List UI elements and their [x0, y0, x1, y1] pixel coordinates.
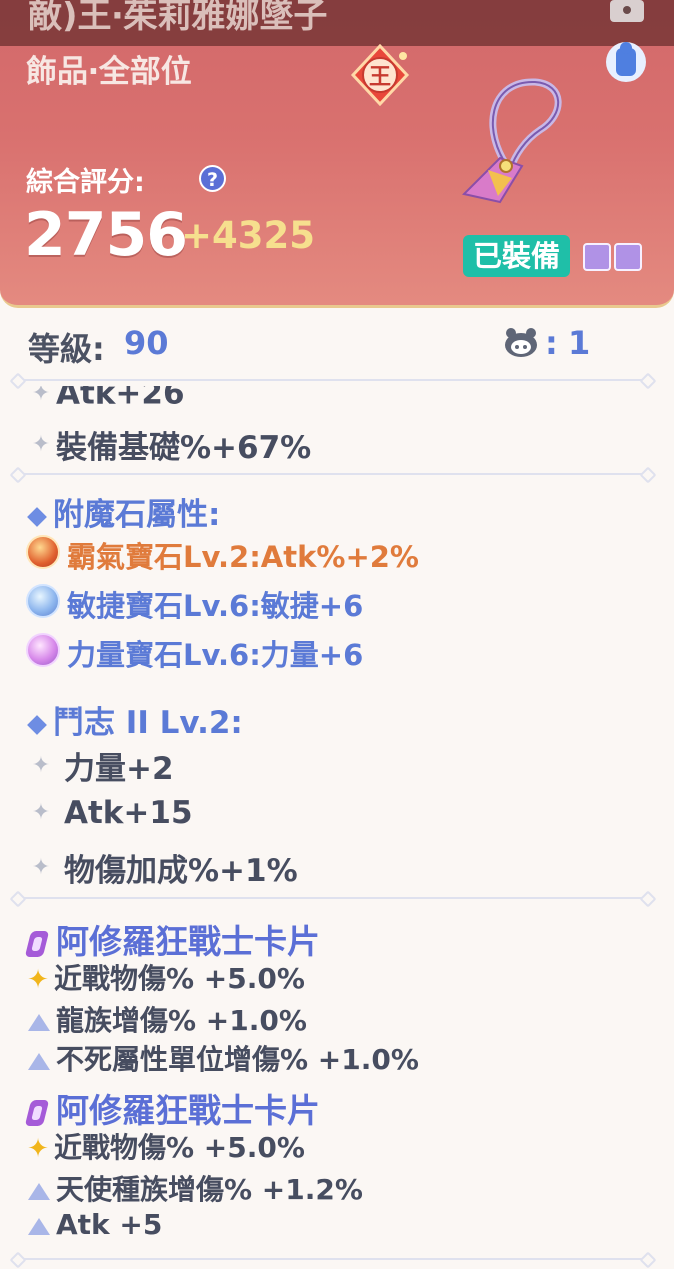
item-category: 飾品‧全部位 — [26, 54, 192, 90]
rank-badge-text: 王 — [369, 65, 391, 90]
card-title: 阿修羅狂戰士卡片 — [22, 1084, 320, 1132]
star-icon: ✦ — [27, 965, 49, 995]
card-slot-1 — [583, 243, 611, 271]
help-icon[interactable]: ? — [199, 165, 226, 192]
score-value: 2756 — [24, 200, 188, 270]
triangle-icon — [28, 1052, 50, 1070]
score-delta: +4325 — [181, 214, 315, 257]
card-stat-text: 近戰物傷% +5.0% — [54, 962, 305, 995]
divider — [18, 1258, 648, 1260]
triangle-icon — [28, 1182, 50, 1200]
pet-icon — [505, 328, 537, 357]
sparkle-icon: ✦ — [31, 432, 51, 457]
base-stat-row: ✦ Atk+26 — [26, 386, 185, 414]
pet-colon: : — [545, 324, 558, 362]
divider — [18, 379, 648, 381]
score-label: 綜合評分: — [26, 167, 145, 198]
lock-icon[interactable] — [610, 0, 644, 22]
diamond-icon — [27, 506, 47, 527]
card-icon — [24, 930, 50, 957]
sparkle-icon: ✦ — [31, 753, 51, 778]
enchant-gem-text: 霸氣寶石Lv.2:Atk%+2% — [67, 540, 419, 574]
card-stat-text: 龍族增傷% +1.0% — [56, 1004, 307, 1037]
triangle-icon — [28, 1013, 50, 1031]
item-header: 敵)王‧茱莉雅娜墜子 飾品‧全部位 王 綜合評分: ? 2756 +4325 已… — [0, 0, 674, 308]
divider — [18, 473, 648, 475]
card-title: 阿修羅狂戰士卡片 — [22, 915, 320, 963]
card-stat-row: ✦ 近戰物傷% +5.0% — [22, 1126, 305, 1166]
level-value: 90 — [124, 324, 169, 362]
card-stat-text: 天使種族增傷% +1.2% — [56, 1173, 363, 1206]
equipment-slot-icon[interactable] — [604, 38, 648, 86]
enchant-section-title: 附魔石屬性: — [24, 489, 220, 534]
skill-stat-row: ✦ 物傷加成%+1% — [26, 845, 298, 890]
card-stat-text: Atk +5 — [56, 1208, 163, 1241]
card-stat-row: Atk +5 — [22, 1208, 162, 1241]
card-slot-2 — [614, 243, 642, 271]
sparkle-icon: ✦ — [31, 386, 51, 406]
item-title: 敵)王‧茱莉雅娜墜子 — [28, 0, 328, 36]
card-stat-row: ✦ 近戰物傷% +5.0% — [22, 957, 305, 997]
card-stat-row: 天使種族增傷% +1.2% — [22, 1168, 363, 1208]
sparkle-icon: ✦ — [31, 855, 51, 880]
base-stat-text: Atk+26 — [56, 386, 185, 412]
star-icon: ✦ — [27, 1134, 49, 1164]
card-icon — [24, 1099, 50, 1126]
pet-count: 1 — [568, 324, 591, 362]
strength-gem-icon — [26, 633, 60, 667]
enchant-title: 附魔石屬性: — [53, 497, 221, 533]
skill-stat-text: Atk+15 — [64, 794, 193, 831]
skill-stat-text: 物傷加成%+1% — [64, 853, 298, 889]
divider — [18, 897, 648, 899]
equipped-badge: 已裝備 — [463, 235, 570, 277]
enchant-gem-text: 敏捷寶石Lv.6:敏捷+6 — [67, 589, 364, 623]
skill-section-title: 鬥志 II Lv.2: — [24, 697, 243, 742]
agility-gem-icon — [26, 584, 60, 618]
card-stat-text: 近戰物傷% +5.0% — [54, 1131, 305, 1164]
enchant-gem-text: 力量寶石Lv.6:力量+6 — [67, 638, 364, 672]
pendant-item-icon — [462, 78, 562, 204]
base-stat-text: 裝備基礎%+67% — [56, 430, 312, 466]
skill-stat-row: ✦ 力量+2 — [26, 743, 174, 788]
diamond-icon — [27, 714, 47, 735]
skill-stat-row: ✦ Atk+15 — [26, 793, 193, 831]
level-row: 等級: 90 : 1 — [0, 324, 674, 368]
base-stat-row: ✦ 裝備基礎%+67% — [26, 422, 311, 467]
king-rank-badge-icon: 王 — [350, 44, 410, 106]
card-title-text: 阿修羅狂戰士卡片 — [56, 922, 320, 961]
card-title-text: 阿修羅狂戰士卡片 — [56, 1091, 320, 1130]
card-stat-row: 龍族增傷% +1.0% — [22, 999, 307, 1039]
level-label: 等級: — [28, 330, 105, 368]
skill-stat-text: 力量+2 — [64, 751, 174, 787]
card-stat-row: 不死屬性單位增傷% +1.0% — [22, 1038, 419, 1078]
card-stat-text: 不死屬性單位增傷% +1.0% — [56, 1043, 419, 1076]
sparkle-icon: ✦ — [31, 800, 51, 825]
skill-title: 鬥志 II Lv.2: — [53, 705, 243, 741]
triangle-icon — [28, 1217, 50, 1235]
aggression-gem-icon — [26, 535, 60, 569]
